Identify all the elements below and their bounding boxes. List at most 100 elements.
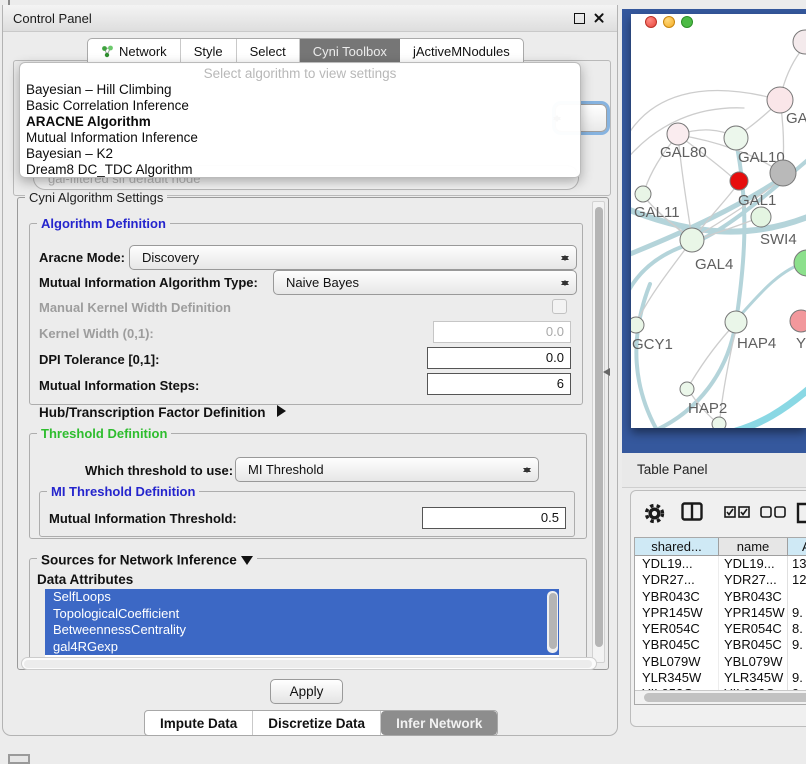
table-panel-bar: Table Panel [622,453,806,488]
network-node-label: SWI4 [760,231,797,248]
unchecked-checkboxes-icon[interactable] [760,506,786,518]
dropdown-prompt: Select algorithm to view settings [20,65,580,82]
network-node[interactable] [770,160,796,186]
network-node[interactable] [712,417,726,428]
table-toolbar [631,497,806,529]
network-edge[interactable] [636,284,658,428]
mi-steps-input[interactable]: 6 [427,373,571,395]
control-panel-window: Control Panel Network Style Select Cyni … [2,5,618,736]
attribute-list-item-selected[interactable]: BetweennessCentrality [45,622,559,639]
table-row[interactable]: YBR045C YBR045C 9. [635,637,806,653]
network-node[interactable] [667,123,689,145]
table-row[interactable]: YER054C YER054C 8. [635,621,806,637]
attribute-list-item-selected[interactable]: TopologicalCoefficient [45,606,559,623]
tab-infer-network[interactable]: Infer Network [381,711,497,735]
mi-steps-label: Mutual Information Steps: [39,378,199,393]
network-node[interactable] [680,228,704,252]
data-attributes-label: Data Attributes [37,572,133,587]
checked-checkboxes-icon[interactable] [724,506,750,518]
table-body: YDL19... YDL19... 13 YDR27... YDR27... 1… [635,556,806,703]
network-node[interactable] [790,310,806,332]
network-edge[interactable] [736,388,806,428]
close-icon[interactable] [593,12,605,24]
maximize-icon[interactable] [574,13,585,24]
mi-type-combo[interactable]: Naive Bayes [273,270,577,295]
aracne-mode-label: Aracne Mode: [39,250,125,265]
network-node[interactable] [730,172,748,190]
dpi-tolerance-input[interactable]: 0.0 [427,347,571,369]
dropdown-item[interactable]: Mutual Information Inference [20,130,580,146]
tab-impute-data[interactable]: Impute Data [145,711,253,735]
dropdown-item[interactable]: Basic Correlation Inference [20,98,580,114]
table-horizontal-scrollbar[interactable] [635,690,806,704]
columns-icon[interactable] [681,502,703,521]
network-canvas[interactable]: GALGAL80GAL10GAL1GAL11GAL4SWI4GCY1HAP4YH… [631,14,806,428]
tab-network[interactable]: Network [88,39,181,63]
network-node[interactable] [751,207,771,227]
sources-title[interactable]: Sources for Network Inference [37,551,257,571]
network-edge[interactable] [631,91,780,138]
network-node-label: GAL4 [695,256,733,273]
minimized-panel-chip[interactable] [8,754,30,764]
dropdown-item[interactable]: Bayesian – K2 [20,146,580,162]
column-header-name[interactable]: name [719,538,788,555]
gear-icon[interactable] [643,502,666,525]
settings-horizontal-scrollbar[interactable] [21,657,597,670]
scrollbar-thumb[interactable] [644,693,806,702]
table-row[interactable]: YDL19... YDL19... 13 [635,556,806,572]
threshold-definition-title: Threshold Definition [37,426,171,441]
table-row[interactable]: YLR345W YLR345W 9. [635,670,806,686]
column-header-shared-name[interactable]: shared... [635,538,719,555]
dropdown-item[interactable]: Dream8 DC_TDC Algorithm [20,162,580,178]
node-table: shared... name A YDL19... YDL19... 13 YD… [634,537,806,705]
network-node-label: GAL1 [738,192,776,209]
table-row[interactable]: YDR27... YDR27... 12 [635,572,806,588]
mi-threshold-input[interactable]: 0.5 [422,507,566,529]
aracne-mode-combo[interactable]: Discovery [129,245,577,270]
attributes-vertical-scrollbar[interactable] [547,591,558,653]
hub-section-label[interactable]: Hub/Transcription Factor Definition [39,405,266,420]
network-node[interactable] [793,30,806,54]
control-panel-tabs: Network Style Select Cyni Toolbox jActiv… [87,38,524,64]
table-row[interactable]: YBR043C YBR043C [635,589,806,605]
tab-select[interactable]: Select [237,39,300,63]
settings-group-title: Cyni Algorithm Settings [25,190,167,205]
stepper-icon [558,250,572,266]
network-node-label: GAL [786,110,806,127]
settings-vertical-scrollbar[interactable] [592,201,605,663]
network-node-label: GAL80 [660,144,707,161]
table-row[interactable]: YBL079W YBL079W [635,654,806,670]
control-panel-title: Control Panel [13,11,92,26]
attribute-list-item-selected[interactable]: gal4RGexp [45,639,559,656]
algorithm-dropdown-popup: Select algorithm to view settings Bayesi… [19,62,581,178]
stepper-icon [558,275,572,291]
column-header-clipped[interactable]: A [788,538,806,555]
dropdown-item[interactable]: Bayesian – Hill Climbing [20,82,580,98]
network-node[interactable] [680,382,694,396]
expand-arrow-icon[interactable] [277,405,292,417]
dropdown-item[interactable]: ARACNE Algorithm [20,114,580,130]
network-node[interactable] [724,126,748,150]
kernel-width-input[interactable]: 0.0 [433,321,571,343]
network-icon [101,45,114,58]
manual-kernel-checkbox[interactable] [552,299,567,314]
network-node[interactable] [631,317,644,333]
mi-threshold-label: Mutual Information Threshold: [49,511,237,526]
network-node[interactable] [794,250,806,276]
attribute-list-item-selected[interactable]: SelfLoops [45,589,559,606]
tab-cyni-toolbox[interactable]: Cyni Toolbox [300,39,400,63]
collapse-arrow-icon[interactable] [241,556,253,571]
network-node[interactable] [725,311,747,333]
document-icon[interactable] [796,502,806,524]
scrollbar-thumb[interactable] [595,207,603,647]
which-threshold-combo[interactable]: MI Threshold [235,457,539,482]
scrollbar-thumb[interactable] [549,593,557,649]
tab-jactivemnodules[interactable]: jActiveMNodules [400,39,523,63]
tab-style[interactable]: Style [181,39,237,63]
table-row[interactable]: YPR145W YPR145W 9. [635,605,806,621]
network-node[interactable] [635,186,651,202]
tab-discretize-data[interactable]: Discretize Data [253,711,381,735]
scrollbar-thumb[interactable] [24,660,592,668]
apply-button[interactable]: Apply [270,679,343,704]
network-node-label: HAP4 [737,335,776,352]
